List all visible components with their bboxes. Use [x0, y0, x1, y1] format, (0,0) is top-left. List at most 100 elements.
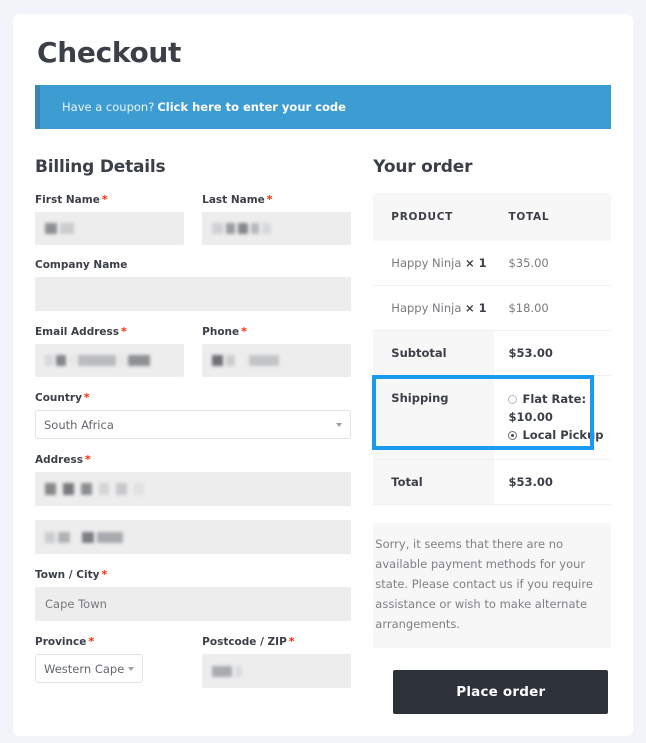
phone-label-text: Phone — [202, 326, 240, 338]
payment-unavailable-notice: Sorry, it seems that there are no availa… — [373, 523, 611, 649]
required-marker: * — [84, 453, 91, 466]
last-name-label: Last Name * — [202, 193, 351, 206]
shipping-label: Shipping — [372, 375, 595, 461]
coupon-prompt-text: Have a coupon? — [62, 100, 155, 114]
product-total-cell: $18.00 — [494, 285, 611, 331]
required-marker: * — [83, 391, 90, 404]
address-label: Address * — [35, 453, 351, 466]
province-postcode-row: Province * Western Cape Postcode / ZIP * — [35, 635, 352, 688]
order-summary-section: Your order PRODUCT TOTAL Happy Ninja × 1 — [372, 157, 611, 715]
last-name-field: Last Name * — [202, 193, 352, 245]
company-field-row: Company Name — [35, 259, 352, 311]
checkout-card: Checkout Have a coupon? Click here to en… — [13, 14, 633, 736]
country-select-wrapper: South Africa — [35, 410, 352, 439]
company-name-input[interactable] — [35, 277, 352, 311]
total-row: Total $53.00 — [373, 459, 611, 506]
last-name-label-text: Last Name — [202, 194, 265, 206]
place-order-button[interactable]: Place order — [393, 670, 609, 715]
email-label-text: Email Address — [35, 326, 120, 338]
name-field-row: First Name * Last Name * — [35, 193, 352, 245]
company-name-label-text: Company Name — [35, 259, 128, 271]
address-line-1-field: Address * — [35, 453, 352, 506]
required-marker: * — [121, 325, 127, 338]
postcode-label-text: Postcode / ZIP — [202, 636, 287, 648]
phone-field: Phone * — [202, 325, 352, 377]
column-header-total: TOTAL — [494, 193, 611, 241]
product-name-cell: Happy Ninja × 1 — [373, 241, 495, 286]
phone-input[interactable] — [202, 344, 352, 377]
country-field-row: Country * South Africa — [35, 391, 352, 439]
country-field: Country * South Africa — [35, 391, 352, 439]
subtotal-row: Subtotal $53.00 — [373, 330, 611, 376]
coupon-link[interactable]: Click here to enter your code — [157, 100, 346, 114]
company-name-field: Company Name — [35, 259, 352, 311]
product-name: Happy Ninja — [391, 301, 462, 315]
postcode-input[interactable] — [202, 654, 352, 688]
shipping-option-price: $10.00 — [508, 409, 553, 424]
radio-icon[interactable] — [508, 395, 518, 405]
required-marker: * — [88, 635, 95, 648]
redacted-value — [45, 223, 74, 234]
city-label-text: Town / City — [35, 569, 100, 581]
address-2-field-row — [35, 520, 352, 554]
address-field-row: Address * — [35, 453, 352, 506]
country-select[interactable]: South Africa — [35, 410, 352, 439]
redacted-value — [212, 665, 243, 677]
billing-details-section: Billing Details First Name * Last Name *… — [35, 157, 352, 714]
required-marker: * — [101, 568, 108, 581]
order-table: PRODUCT TOTAL Happy Ninja × 1 $35.00 Hap… — [372, 193, 611, 506]
required-marker: * — [101, 193, 108, 206]
required-marker: * — [266, 193, 273, 206]
shipping-option-label: Flat Rate: — [522, 392, 587, 406]
first-name-input[interactable] — [35, 212, 185, 245]
address-line-2-field — [35, 520, 352, 554]
city-input[interactable]: Cape Town — [35, 587, 352, 621]
shipping-options-cell: Flat Rate: $10.00 Local Pickup — [494, 375, 611, 461]
redacted-value — [45, 355, 150, 366]
product-name-cell: Happy Ninja × 1 — [373, 285, 495, 331]
email-field: Email Address * — [35, 325, 185, 377]
page-title: Checkout — [37, 36, 182, 69]
province-select[interactable]: Western Cape — [35, 654, 143, 683]
province-field: Province * Western Cape — [35, 635, 184, 688]
redacted-value — [45, 531, 123, 543]
coupon-banner[interactable]: Have a coupon? Click here to enter your … — [35, 85, 611, 129]
address-line-2-input[interactable] — [35, 520, 352, 554]
total-value: $53.00 — [494, 459, 611, 506]
total-label: Total — [373, 459, 495, 506]
product-qty: × 1 — [465, 301, 487, 315]
phone-label: Phone * — [202, 325, 351, 338]
subtotal-label: Subtotal — [373, 330, 495, 376]
page-background: Checkout Have a coupon? Click here to en… — [0, 0, 646, 743]
required-marker: * — [288, 635, 295, 648]
last-name-input[interactable] — [202, 212, 352, 245]
city-field-row: Town / City * Cape Town — [35, 568, 352, 621]
product-qty: × 1 — [465, 256, 487, 270]
product-total-cell: $35.00 — [494, 241, 611, 286]
order-table-header-row: PRODUCT TOTAL — [373, 193, 611, 241]
first-name-label-text: First Name — [35, 194, 100, 206]
redacted-value — [212, 355, 280, 366]
shipping-option-flat-rate[interactable]: Flat Rate: — [508, 391, 611, 409]
email-input[interactable] — [35, 344, 185, 377]
order-table-head: PRODUCT TOTAL — [373, 193, 611, 241]
country-label: Country * — [35, 391, 351, 404]
city-field: Town / City * Cape Town — [35, 568, 352, 621]
province-select-wrapper: Western Cape — [35, 654, 143, 683]
column-header-product: PRODUCT — [373, 193, 495, 241]
shipping-option-label: Local Pickup — [522, 427, 604, 442]
required-marker: * — [241, 325, 247, 338]
first-name-field: First Name * — [35, 193, 185, 245]
shipping-option-local-pickup[interactable]: Local Pickup — [508, 427, 611, 445]
address-label-text: Address — [35, 454, 83, 466]
address-line-1-input[interactable] — [35, 472, 352, 506]
table-row: Happy Ninja × 1 $18.00 — [373, 285, 611, 331]
radio-selected-icon[interactable] — [508, 431, 518, 441]
subtotal-value: $53.00 — [494, 330, 611, 376]
province-label-text: Province — [35, 636, 87, 648]
country-label-text: Country — [35, 392, 82, 404]
redacted-value — [45, 483, 144, 495]
product-name: Happy Ninja — [391, 256, 462, 270]
checkout-columns: Billing Details First Name * Last Name *… — [35, 157, 611, 715]
email-label: Email Address * — [35, 325, 184, 338]
